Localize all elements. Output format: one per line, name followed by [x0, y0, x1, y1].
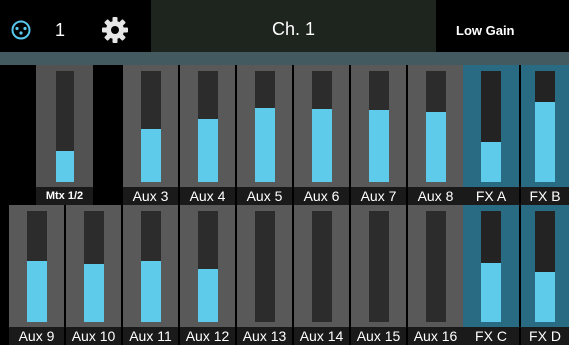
- level-fill: [368, 109, 389, 182]
- blank-slot: [0, 205, 9, 345]
- level-meter[interactable]: [83, 211, 104, 322]
- mix-label: Aux 9: [9, 327, 64, 345]
- mix-label: Aux 15: [351, 327, 406, 345]
- level-fill: [535, 102, 555, 182]
- level-fill: [481, 263, 501, 322]
- mix-row-top: Mtx 1/2 Aux 3 Aux 4 Aux 5 Aux 6 Aux 7 Aux 8 FX …: [0, 65, 569, 205]
- level-fill: [254, 107, 275, 182]
- level-meter[interactable]: [425, 71, 446, 182]
- mix-label: Aux 5: [237, 187, 292, 205]
- mix-row-bottom: Aux 9 Aux 10 Aux 11 Aux 12 Aux 13 Aux 14 Aux 1…: [0, 205, 569, 345]
- level-fill: [55, 150, 74, 182]
- mix-aux-5[interactable]: Aux 5: [237, 65, 292, 205]
- mix-label: Aux 8: [408, 187, 463, 205]
- level-fill: [481, 142, 501, 182]
- mix-aux-4[interactable]: Aux 4: [180, 65, 235, 205]
- mix-label: Aux 12: [180, 327, 235, 345]
- mix-aux-7[interactable]: Aux 7: [351, 65, 406, 205]
- gear-icon[interactable]: [101, 16, 129, 44]
- mix-aux-15[interactable]: Aux 15: [351, 205, 406, 345]
- network-icon[interactable]: [11, 20, 31, 40]
- gain-label: Low Gain: [456, 23, 515, 38]
- level-fill: [140, 260, 161, 322]
- level-meter[interactable]: [535, 71, 555, 182]
- level-meter[interactable]: [140, 211, 161, 322]
- level-meter[interactable]: [311, 211, 332, 322]
- level-meter[interactable]: [26, 211, 47, 322]
- level-fill: [425, 112, 446, 182]
- blank-slot: [0, 65, 36, 205]
- mix-label: Aux 10: [66, 327, 121, 345]
- level-fill: [535, 272, 555, 322]
- level-meter[interactable]: [481, 71, 501, 182]
- mix-fx-a[interactable]: FX A: [463, 65, 519, 205]
- channel-name: Ch. 1: [271, 19, 316, 39]
- mix-label: FX B: [521, 187, 569, 205]
- mix-aux-8[interactable]: Aux 8: [408, 65, 463, 205]
- level-meter[interactable]: [368, 211, 389, 322]
- level-meter[interactable]: [368, 71, 389, 182]
- mix-label: FX C: [463, 327, 519, 345]
- level-meter[interactable]: [535, 211, 555, 322]
- mix-label: Mtx 1/2: [36, 187, 93, 205]
- level-meter[interactable]: [55, 71, 74, 182]
- level-meter[interactable]: [254, 71, 275, 182]
- level-fill: [311, 108, 332, 182]
- level-fill: [197, 118, 218, 182]
- level-meter[interactable]: [197, 211, 218, 322]
- mix-mtx-1-2[interactable]: Mtx 1/2: [36, 65, 93, 205]
- mix-fx-c[interactable]: FX C: [463, 205, 519, 345]
- mix-fx-d[interactable]: FX D: [521, 205, 569, 345]
- level-fill: [83, 264, 104, 322]
- mix-label: Aux 11: [123, 327, 178, 345]
- mix-aux-14[interactable]: Aux 14: [294, 205, 349, 345]
- blank-slot: [93, 65, 123, 205]
- mix-fx-b[interactable]: FX B: [521, 65, 569, 205]
- mix-label: Aux 6: [294, 187, 349, 205]
- level-fill: [140, 128, 161, 182]
- channel-name-field[interactable]: Ch. 1: [151, 0, 436, 52]
- mix-label: Aux 4: [180, 187, 235, 205]
- mix-aux-3[interactable]: Aux 3: [123, 65, 178, 205]
- mix-aux-16[interactable]: Aux 16: [408, 205, 463, 345]
- mix-label: FX D: [521, 327, 569, 345]
- level-fill: [26, 260, 47, 322]
- channel-number: 1: [55, 20, 66, 40]
- level-meter[interactable]: [425, 211, 446, 322]
- level-meter[interactable]: [311, 71, 332, 182]
- mix-label: Aux 14: [294, 327, 349, 345]
- mix-aux-9[interactable]: Aux 9: [9, 205, 64, 345]
- level-fill: [197, 268, 218, 322]
- mix-label: Aux 3: [123, 187, 178, 205]
- level-meter[interactable]: [254, 211, 275, 322]
- mix-aux-11[interactable]: Aux 11: [123, 205, 178, 345]
- level-meter[interactable]: [140, 71, 161, 182]
- separator-strip: [0, 52, 569, 65]
- level-meter[interactable]: [481, 211, 501, 322]
- mix-label: Aux 16: [408, 327, 463, 345]
- mix-aux-6[interactable]: Aux 6: [294, 65, 349, 205]
- mix-aux-12[interactable]: Aux 12: [180, 205, 235, 345]
- mix-aux-13[interactable]: Aux 13: [237, 205, 292, 345]
- top-bar: 1 Ch. 1 Low Gain: [0, 0, 569, 52]
- level-meter[interactable]: [197, 71, 218, 182]
- mix-label: Aux 7: [351, 187, 406, 205]
- mix-aux-10[interactable]: Aux 10: [66, 205, 121, 345]
- mix-label: Aux 13: [237, 327, 292, 345]
- mix-label: FX A: [463, 187, 519, 205]
